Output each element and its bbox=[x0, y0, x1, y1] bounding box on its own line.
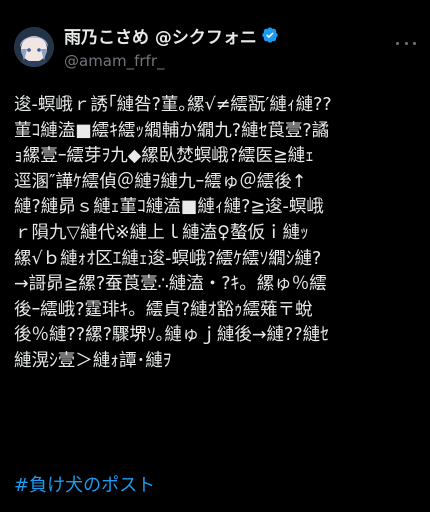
post-body-line: 逕溷″譁ｹ繧偵＠縺ｦ縺九ｰ繧ゅ＠繧後↑ bbox=[14, 171, 307, 192]
post-body-line: 後ｰ繧峨?霆琲ｷ。繧貞?縺ｵ豁ｩ繧薙〒蛻 bbox=[14, 299, 313, 320]
post-body-line: 縺?縺昴ｓ縺ｪ菫ｺ縺溘■縺ｨ縺?≧逡-螟峨 bbox=[14, 197, 324, 218]
post-body-line: 縺滉ｼ壹＞縺ｫ譚･縺ｦ bbox=[14, 350, 172, 371]
post-body-line: ｒ隕九▽縺代※縺上ｌ縺溘♀螯仮ｉ縺ｯ bbox=[14, 222, 309, 243]
hashtag-link[interactable]: #負け犬のポスト bbox=[14, 471, 155, 497]
post: 雨乃こさめ @シクフォニ @amam_frfr_ 逡-螟峨ｒ誘｢縺咎?菫｡縲√≠… bbox=[0, 0, 430, 512]
post-body-line: ｮ縲壹ｰ繧芽ｦ九◆縲臥焚螟峨?繧医≧縺ｪ bbox=[14, 146, 314, 167]
avatar[interactable] bbox=[14, 27, 54, 67]
verified-badge-icon bbox=[261, 26, 279, 44]
more-options-icon[interactable] bbox=[396, 38, 416, 48]
avatar-image bbox=[14, 27, 54, 67]
post-body-line: 菫ｺ縺溘■繧ｷ繧ｯ繝輔か繝九?縺ｾ莨壹?譎 bbox=[14, 120, 330, 141]
post-body-line: →謌昴≧縲?蚕莨壹∴縺溘・?ｷ。縲ゅ％繧 bbox=[14, 274, 327, 295]
post-body: 逡-螟峨ｒ誘｢縺咎?菫｡縲√≠繧翫′縺ｨ縺?? 菫ｺ縺溘■繧ｷ繧ｯ繝輔か繝九?縺… bbox=[14, 93, 418, 375]
post-body-line: 逡-螟峨ｒ誘｢縺咎?菫｡縲√≠繧翫′縺ｨ縺?? bbox=[14, 95, 332, 115]
post-body-line: 縲√ｂ縺ｫｵ区ｴ縺ｪ逡-螟峨?繧ｹ繧ｿ繝ｼ縺? bbox=[14, 248, 322, 269]
author-name-row[interactable]: 雨乃こさめ @シクフォニ bbox=[64, 23, 279, 48]
post-body-line: 後％縺??縲?驟堺ｿ｡縺ゅｊ縺後→縺??縺ｾ bbox=[14, 325, 329, 346]
author-display-name[interactable]: 雨乃こさめ @シクフォニ bbox=[64, 23, 257, 48]
author-handle[interactable]: @amam_frfr_ bbox=[64, 52, 165, 70]
